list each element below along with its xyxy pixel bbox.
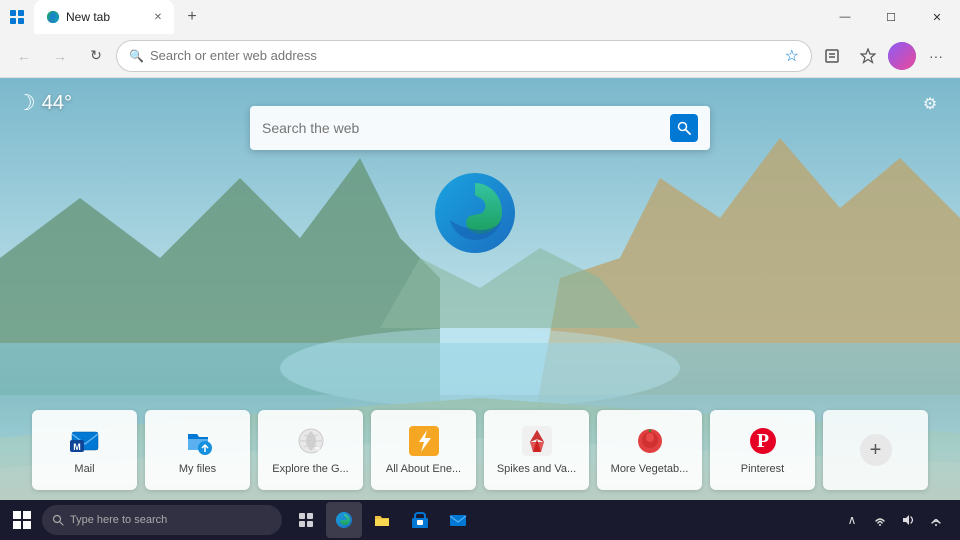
quick-link-spikes[interactable]: Spikes and Va... bbox=[484, 410, 589, 490]
quick-link-myfiles[interactable]: My files bbox=[145, 410, 250, 490]
vegeta-icon bbox=[634, 425, 666, 457]
titlebar-left: New tab ✕ + bbox=[0, 0, 822, 34]
search-box[interactable] bbox=[250, 106, 710, 150]
window-controls: — ☐ ✕ bbox=[822, 0, 960, 34]
search-input[interactable] bbox=[262, 120, 662, 136]
quick-link-mail[interactable]: M Mail bbox=[32, 410, 137, 490]
quick-link-pinterest[interactable]: P Pinterest bbox=[710, 410, 815, 490]
active-tab[interactable]: New tab ✕ bbox=[34, 0, 174, 34]
search-container bbox=[250, 106, 710, 150]
tab-title: New tab bbox=[66, 10, 144, 24]
pinterest-icon: P bbox=[747, 425, 779, 457]
volume-icon[interactable] bbox=[896, 502, 920, 538]
taskbar-explorer-icon bbox=[373, 511, 391, 529]
close-button[interactable]: ✕ bbox=[914, 0, 960, 34]
add-icon: + bbox=[860, 434, 892, 466]
edge-logo-svg bbox=[430, 168, 520, 258]
taskbar-explorer-button[interactable] bbox=[364, 502, 400, 538]
quick-link-vegeta[interactable]: More Vegetab... bbox=[597, 410, 702, 490]
maximize-button[interactable]: ☐ bbox=[868, 0, 914, 34]
battery-icon[interactable] bbox=[924, 502, 948, 538]
pinterest-label: Pinterest bbox=[741, 463, 784, 475]
tab-close-button[interactable]: ✕ bbox=[150, 9, 166, 25]
page-settings-button[interactable]: ⚙ bbox=[914, 88, 946, 120]
weather-widget: ☽ 44° bbox=[16, 90, 72, 116]
weather-icon: ☽ bbox=[16, 90, 36, 116]
address-bar[interactable]: 🔍 ☆ bbox=[116, 40, 812, 72]
search-submit-button[interactable] bbox=[670, 114, 698, 142]
myfiles-label: My files bbox=[179, 463, 216, 475]
start-button[interactable] bbox=[4, 502, 40, 538]
new-tab-button[interactable]: + bbox=[178, 3, 206, 31]
quick-links: M Mail My files bbox=[32, 410, 928, 490]
taskbar-store-icon bbox=[411, 511, 429, 529]
taskbar-edge-icon bbox=[335, 511, 353, 529]
edge-logo bbox=[430, 168, 530, 268]
taskbar-mail-icon bbox=[449, 511, 467, 529]
energy-label: All About Ene... bbox=[386, 463, 461, 475]
taskbar-edge-button[interactable] bbox=[326, 502, 362, 538]
profile-avatar[interactable] bbox=[888, 42, 916, 70]
vegeta-label: More Vegetab... bbox=[611, 463, 689, 475]
favorites-icon[interactable]: ☆ bbox=[785, 46, 799, 66]
windows-icon bbox=[13, 511, 31, 529]
minimize-button[interactable]: — bbox=[822, 0, 868, 34]
svg-text:M: M bbox=[73, 442, 81, 452]
wifi-icon bbox=[873, 513, 887, 527]
lock-icon: 🔍 bbox=[129, 49, 144, 63]
svg-text:↻: ↻ bbox=[315, 446, 320, 453]
chevron-up-icon[interactable]: ∧ bbox=[840, 502, 864, 538]
taskbar-icons bbox=[288, 502, 476, 538]
mail-icon: M bbox=[69, 425, 101, 457]
battery-svg-icon bbox=[929, 513, 943, 527]
collections-button[interactable] bbox=[816, 40, 848, 72]
window-icon bbox=[0, 0, 34, 34]
taskbar: Type here to search bbox=[0, 500, 960, 540]
taskbar-right: ∧ bbox=[840, 502, 956, 538]
spikes-label: Spikes and Va... bbox=[497, 463, 576, 475]
add-favorites-button[interactable] bbox=[852, 40, 884, 72]
speaker-icon bbox=[901, 513, 915, 527]
network-icon[interactable] bbox=[868, 502, 892, 538]
taskbar-search-text: Type here to search bbox=[70, 514, 167, 526]
titlebar: New tab ✕ + — ☐ ✕ bbox=[0, 0, 960, 34]
spikes-icon bbox=[521, 425, 553, 457]
address-input[interactable] bbox=[150, 48, 779, 63]
back-button[interactable]: ← bbox=[8, 40, 40, 72]
temperature-display: 44° bbox=[42, 92, 72, 115]
forward-button[interactable]: → bbox=[44, 40, 76, 72]
quick-link-explore[interactable]: ↻ Explore the G... bbox=[258, 410, 363, 490]
taskbar-mail-button[interactable] bbox=[440, 502, 476, 538]
taskbar-search-icon bbox=[52, 514, 64, 526]
mail-label: Mail bbox=[74, 463, 94, 475]
explore-label: Explore the G... bbox=[272, 463, 348, 475]
navbar: ← → ↻ 🔍 ☆ ··· bbox=[0, 34, 960, 78]
more-button[interactable]: ··· bbox=[920, 40, 952, 72]
explore-icon: ↻ bbox=[295, 425, 327, 457]
svg-text:P: P bbox=[756, 430, 768, 452]
new-tab-page: ☽ 44° ⚙ bbox=[0, 78, 960, 500]
quick-link-energy[interactable]: All About Ene... bbox=[371, 410, 476, 490]
taskbar-search[interactable]: Type here to search bbox=[42, 505, 282, 535]
task-view-icon bbox=[298, 512, 314, 528]
tab-favicon bbox=[46, 10, 60, 24]
files-icon bbox=[182, 425, 214, 457]
refresh-button[interactable]: ↻ bbox=[80, 40, 112, 72]
taskbar-store-button[interactable] bbox=[402, 502, 438, 538]
energy-icon bbox=[408, 425, 440, 457]
task-view-button[interactable] bbox=[288, 502, 324, 538]
add-link-button[interactable]: + bbox=[823, 410, 928, 490]
